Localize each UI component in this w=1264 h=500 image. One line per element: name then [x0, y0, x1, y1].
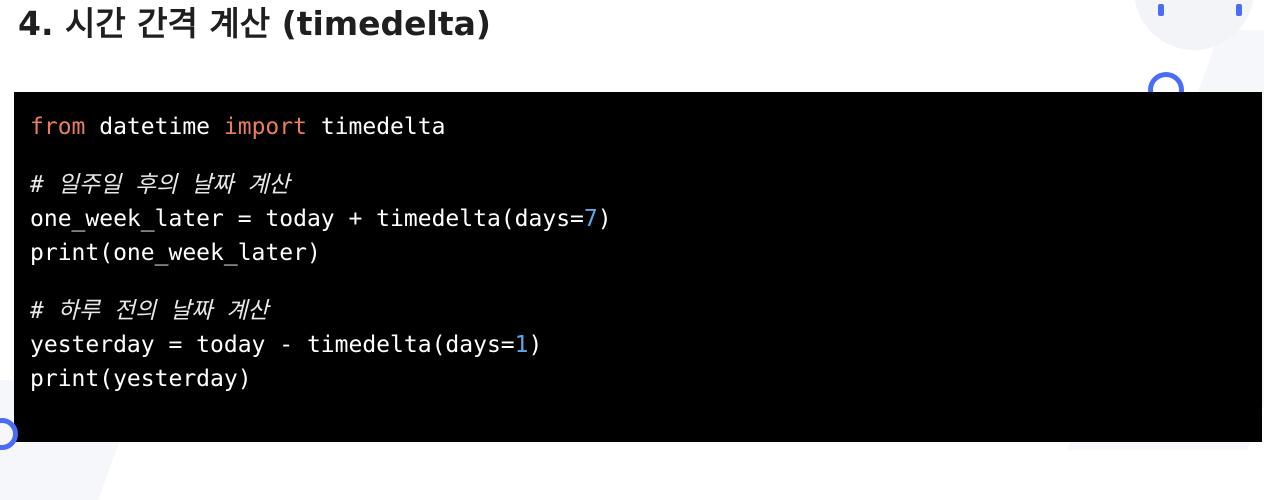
code-comment: # 하루 전의 날짜 계산: [30, 298, 269, 324]
decorative-dot: [1236, 4, 1242, 16]
code-block: from datetime import timedelta # 일주일 후의 …: [14, 92, 1262, 442]
code-text: one_week_later = today + timedelta(days=: [30, 206, 584, 232]
code-comment: # 일주일 후의 날짜 계산: [30, 172, 290, 198]
code-line-yesterday: yesterday = today - timedelta(days=1): [30, 328, 1262, 362]
code-line-print-yesterday: print(yesterday): [30, 366, 252, 392]
code-text: timedelta: [306, 114, 446, 140]
decorative-dot: [1158, 4, 1164, 16]
number-literal: 1: [514, 332, 529, 358]
code-line-one-week-later: one_week_later = today + timedelta(days=…: [30, 202, 1262, 236]
code-line-print-one-week-later: print(one_week_later): [30, 240, 321, 266]
code-text: datetime: [85, 114, 224, 140]
number-literal: 7: [583, 206, 598, 232]
keyword: import: [223, 114, 307, 140]
code-line-import: from datetime import timedelta: [30, 110, 1262, 144]
code-text: ): [597, 206, 612, 232]
keyword: from: [30, 114, 86, 140]
code-text: yesterday = today - timedelta(days=: [30, 332, 515, 358]
slide-title: 4. 시간 간격 계산 (timedelta): [18, 4, 491, 43]
code-text: ): [528, 332, 543, 358]
